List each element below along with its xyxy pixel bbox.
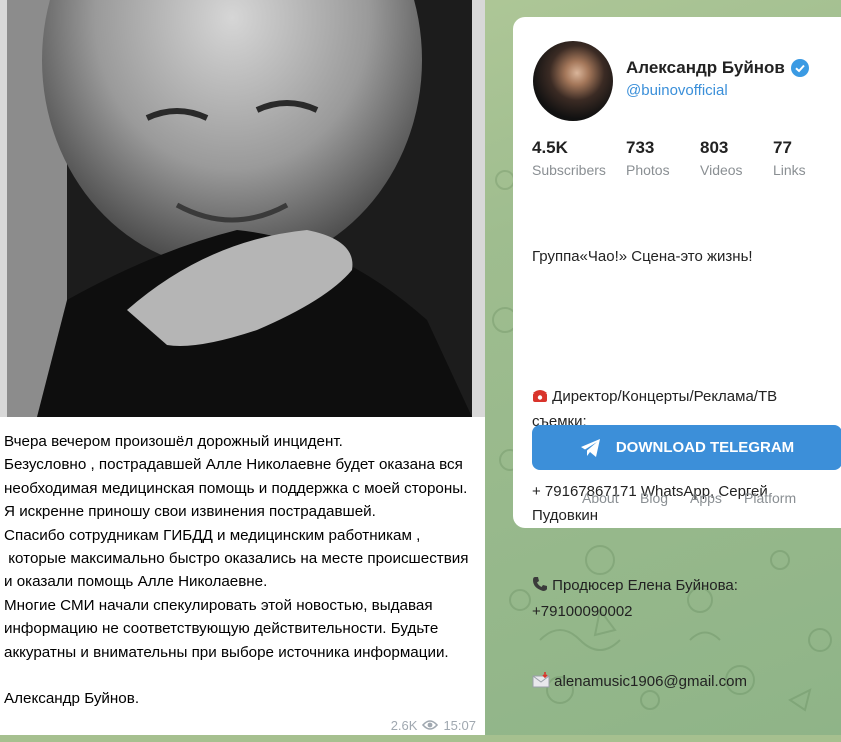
message-meta: 2.6K 15:07 [391,715,476,735]
channel-handle[interactable]: @buinovofficial [626,82,728,99]
download-telegram-button[interactable]: DOWNLOAD TELEGRAM [532,425,841,470]
footer-links: About Blog Apps Platform [513,490,841,510]
download-label: DOWNLOAD TELEGRAM [615,439,795,456]
email-line: alenamusic1906@gmail.com [532,670,812,695]
message-time: 15:07 [443,717,476,733]
stat-label: Links [773,162,806,178]
stat-links[interactable]: 77 Links [773,138,806,178]
producer-line: Продюсер Елена Буйнова: +79100090002 [532,574,812,623]
message-bubble: Вчера вечером произошёл дорожный инциден… [0,0,485,735]
eye-icon [422,720,439,730]
phone-receiver-icon [532,576,548,599]
channel-title: Александр Буйнов [626,58,809,78]
stat-value: 803 [700,138,729,157]
footer-link-apps[interactable]: Apps [690,490,722,506]
stat-videos[interactable]: 803 Videos [700,138,743,178]
stat-value: 77 [773,138,792,157]
view-count: 2.6K [390,717,418,733]
message-text: Вчера вечером произошёл дорожный инциден… [4,433,469,708]
description-line: Группа«Чао!» Сцена-это жизнь! [532,247,753,265]
channel-card: Александр Буйнов @buinovofficial 4.5K Su… [513,17,841,690]
stat-label: Photos [626,162,670,178]
telegram-plane-icon [580,438,600,457]
stat-value: 4.5K [532,138,568,157]
stat-photos[interactable]: 733 Photos [626,138,670,178]
verified-icon [790,59,809,77]
email-text: alenamusic1906@gmail.com [550,672,747,690]
stat-value: 733 [626,138,655,157]
channel-avatar[interactable] [533,41,613,121]
portrait-image [7,0,472,417]
telephone-icon [532,387,548,410]
footer-link-about[interactable]: About [582,490,619,506]
stat-label: Videos [700,162,743,178]
producer-text: Продюсер Елена Буйнова: +79100090002 [532,577,743,620]
channel-name: Александр Буйнов [626,58,785,77]
footer-link-platform[interactable]: Platform [744,490,796,506]
contact-label: Директор/Концерты/Реклама/ТВ съемки: [532,387,782,431]
stat-label: Subscribers [532,162,606,178]
envelope-icon [532,671,550,695]
footer-link-blog[interactable]: Blog [640,490,668,506]
message-photo[interactable] [7,0,472,417]
stat-subscribers: 4.5K Subscribers [532,138,606,178]
